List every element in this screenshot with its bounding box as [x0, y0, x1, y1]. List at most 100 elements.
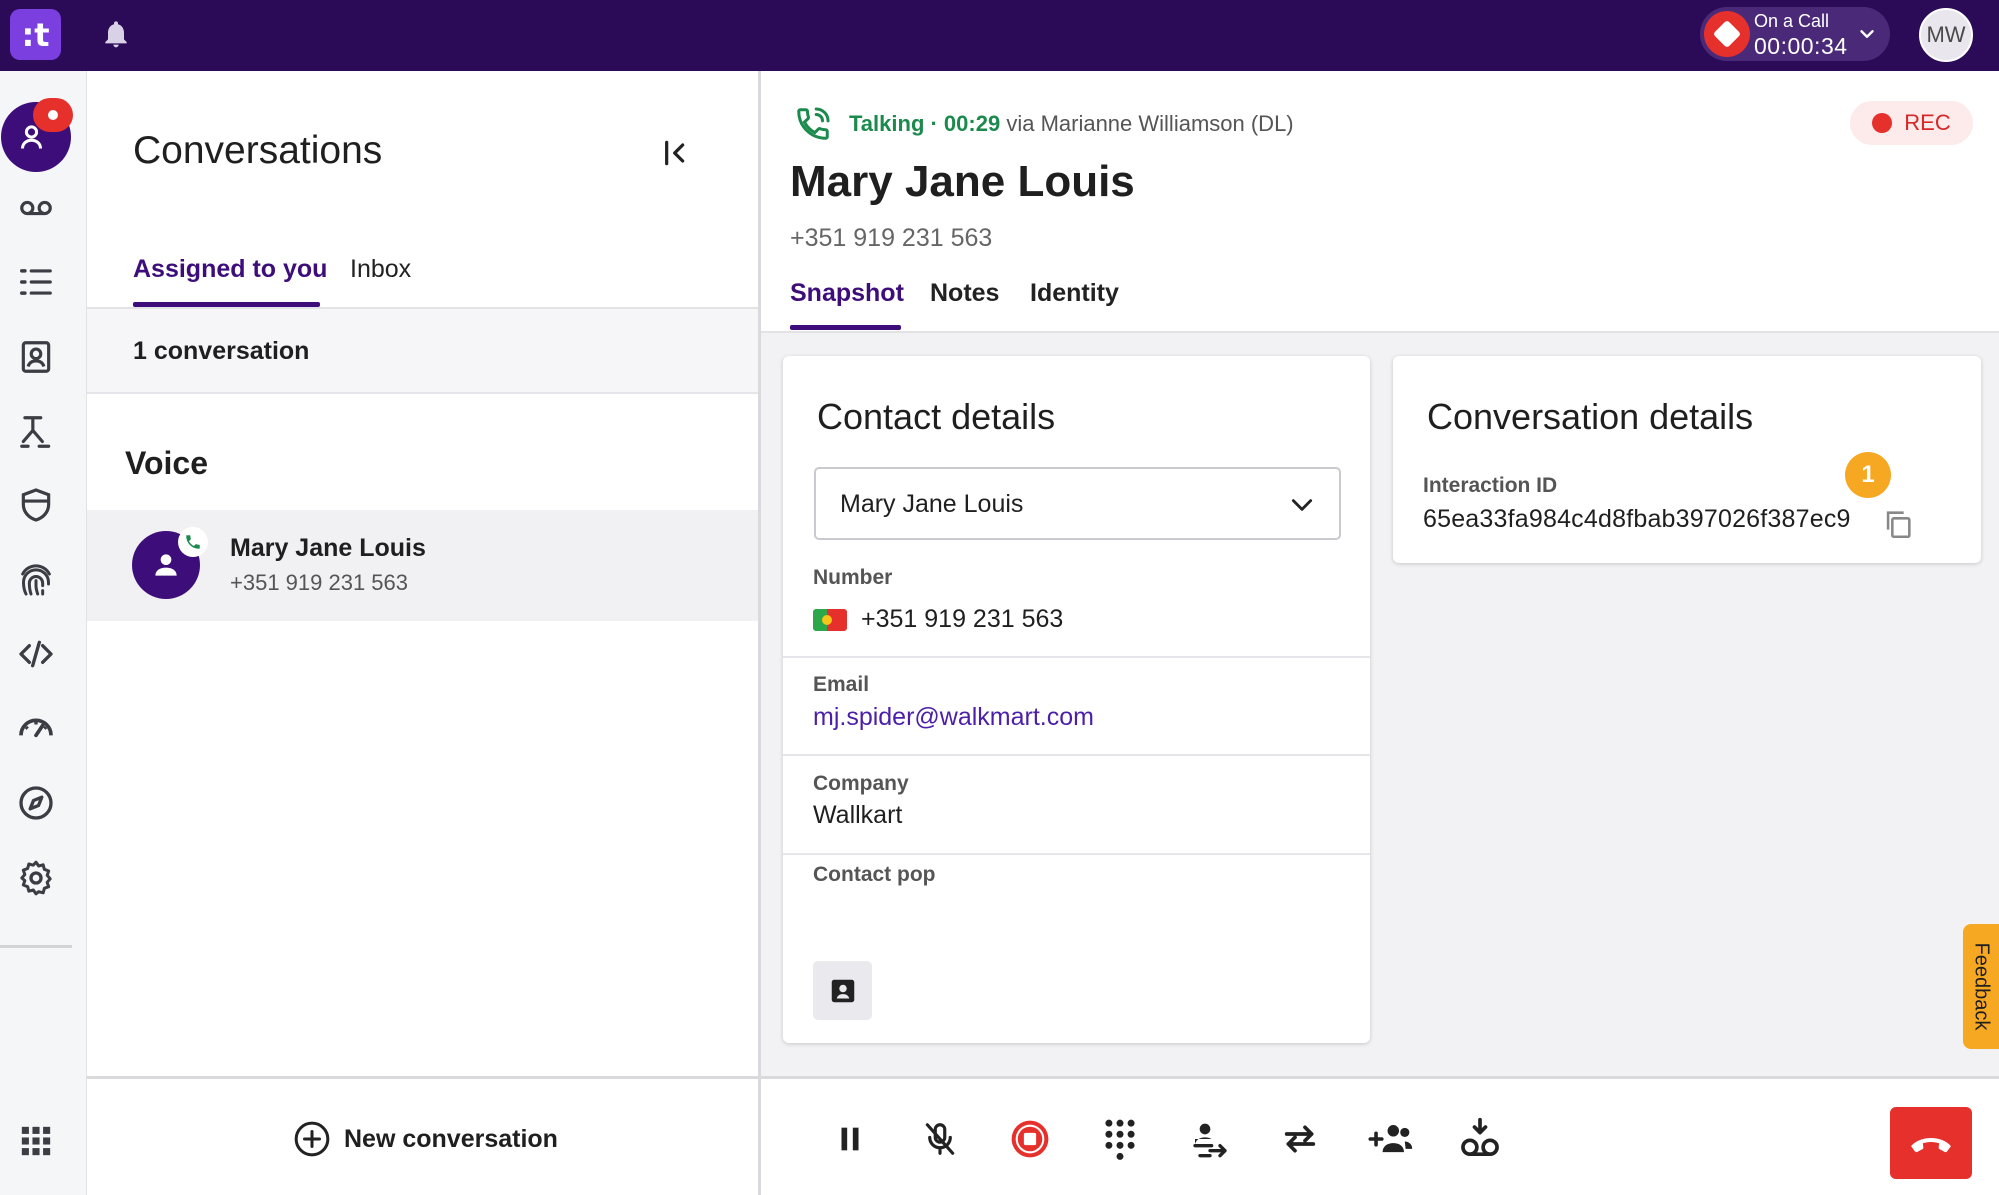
gear-icon	[20, 860, 52, 896]
transfer-person-icon	[1193, 1123, 1227, 1158]
email-label: Email	[813, 673, 870, 696]
hold-button[interactable]	[820, 1109, 880, 1169]
rail-item-routing[interactable]	[0, 402, 72, 462]
conversation-contact-number: +351 919 231 563	[230, 570, 409, 595]
mute-button[interactable]	[910, 1109, 970, 1169]
tab-inbox[interactable]: Inbox	[350, 255, 411, 284]
onboarding-hint-badge[interactable]: 1	[1845, 452, 1891, 498]
conversations-panel: Conversations Assigned to you Inbox 1 co…	[87, 71, 761, 1195]
stop-record-icon	[1011, 1120, 1049, 1158]
call-header: Talking · 00:29 via Marianne Williamson …	[761, 71, 1999, 333]
apps-grid-icon	[21, 1126, 51, 1156]
voicemail-icon	[20, 200, 52, 216]
pause-icon	[841, 1127, 859, 1151]
conversation-details-card: Conversation details 1 Interaction ID 65…	[1393, 356, 1981, 563]
card-title: Contact details	[817, 396, 1056, 437]
card-title: Conversation details	[1427, 396, 1754, 437]
rail-item-explore[interactable]	[0, 773, 72, 833]
rail-item-identity[interactable]	[0, 549, 72, 609]
rail-item-contacts[interactable]	[0, 327, 72, 387]
rail-divider	[0, 945, 72, 948]
record-dot-icon	[1872, 113, 1893, 133]
voicemail-drop-button[interactable]	[1450, 1109, 1510, 1169]
conversation-count: 1 conversation	[133, 337, 310, 365]
on-call-label: On a Call	[1754, 11, 1830, 31]
list-icon	[20, 269, 52, 295]
code-icon	[19, 640, 53, 668]
contact-select[interactable]: Mary Jane Louis	[814, 467, 1341, 540]
dashboard-icon	[19, 718, 53, 738]
rail-item-dashboard[interactable]	[0, 697, 72, 757]
add-participant-button[interactable]	[1360, 1109, 1420, 1169]
tab-notes[interactable]: Notes	[930, 279, 999, 308]
stop-recording-button[interactable]	[1000, 1109, 1060, 1169]
tab-assigned-to-you[interactable]: Assigned to you	[133, 255, 327, 284]
collapse-panel-icon[interactable]	[660, 137, 692, 169]
rail-item-security[interactable]	[0, 475, 72, 535]
rec-label: REC	[1904, 110, 1951, 135]
copy-icon[interactable]	[1881, 507, 1915, 541]
contact-number: +351 919 231 563	[790, 224, 993, 252]
chevron-down-icon[interactable]	[1856, 23, 1878, 45]
add-group-icon	[1368, 1125, 1413, 1153]
transfer-button[interactable]	[1270, 1109, 1330, 1169]
new-conversation-button[interactable]: New conversation	[292, 1119, 558, 1159]
new-conversation-label: New conversation	[344, 1124, 558, 1153]
swap-arrows-icon	[1284, 1125, 1316, 1153]
on-call-indicator[interactable]: On a Call 00:00:34	[1700, 7, 1890, 61]
tab-identity[interactable]: Identity	[1030, 279, 1119, 308]
active-tab-indicator	[790, 325, 901, 330]
hang-up-button[interactable]	[1890, 1107, 1972, 1179]
keypad-button[interactable]	[1090, 1109, 1150, 1169]
call-status: Talking · 00:29	[849, 111, 1001, 136]
rail-item-voicemail[interactable]	[0, 178, 72, 238]
fingerprint-icon	[21, 564, 51, 596]
field-divider	[783, 754, 1370, 756]
rail-item-apps[interactable]	[0, 1111, 72, 1171]
call-timer: 00:00:34	[1754, 33, 1848, 59]
conversation-contact-name: Mary Jane Louis	[230, 534, 426, 562]
panel-footer: New conversation	[87, 1076, 758, 1195]
dialpad-icon	[1105, 1119, 1135, 1160]
contacts-icon	[21, 341, 51, 373]
call-status-line: Talking · 00:29 via Marianne Williamson …	[849, 111, 1294, 137]
number-label: Number	[813, 566, 893, 589]
transfer-to-agent-button[interactable]	[1180, 1109, 1240, 1169]
conversation-count-row: 1 conversation	[87, 309, 758, 394]
selected-contact: Mary Jane Louis	[840, 490, 1024, 518]
person-icon	[155, 554, 177, 576]
contact-name-heading: Mary Jane Louis	[790, 157, 1135, 206]
contact-pop-button[interactable]	[813, 961, 872, 1020]
tab-snapshot[interactable]: Snapshot	[790, 279, 904, 308]
active-call-icon	[794, 105, 832, 143]
bell-icon[interactable]	[100, 17, 132, 51]
number-value: +351 919 231 563	[861, 605, 1064, 633]
rail-item-developer[interactable]	[0, 624, 72, 684]
interaction-id-label: Interaction ID	[1423, 474, 1558, 497]
company-value: Wallkart	[813, 801, 903, 829]
contact-card-icon	[831, 979, 854, 1002]
mic-off-icon	[925, 1123, 955, 1155]
feedback-tab[interactable]: Feedback	[1963, 924, 1999, 1049]
call-via: via Marianne Williamson (DL)	[1006, 111, 1294, 136]
notification-badge	[33, 98, 73, 132]
interaction-id-value: 65ea33fa984c4d8fbab397026f387ec9	[1423, 505, 1851, 533]
conversation-list-item[interactable]: Mary Jane Louis +351 919 231 563	[87, 510, 758, 621]
email-link[interactable]: mj.spider@walkmart.com	[813, 703, 1094, 732]
field-divider	[783, 853, 1370, 855]
voicemail-drop-icon	[1461, 1117, 1499, 1157]
app-logo[interactable]: :t	[10, 9, 61, 60]
portugal-flag-icon	[813, 609, 847, 631]
compass-icon	[19, 786, 53, 820]
call-workspace: Talking · 00:29 via Marianne Williamson …	[761, 71, 1999, 1195]
navigation-rail	[0, 71, 87, 1195]
user-avatar[interactable]: MW	[1919, 8, 1973, 62]
recording-indicator[interactable]: REC	[1850, 101, 1973, 145]
rail-item-list[interactable]	[0, 252, 72, 312]
contact-details-card: Contact details Mary Jane Louis Number +…	[783, 356, 1370, 1043]
feedback-label: Feedback	[1970, 942, 1993, 1031]
routing-icon	[20, 416, 51, 448]
rail-item-settings[interactable]	[0, 848, 72, 908]
field-divider	[783, 656, 1370, 658]
company-label: Company	[813, 772, 909, 795]
